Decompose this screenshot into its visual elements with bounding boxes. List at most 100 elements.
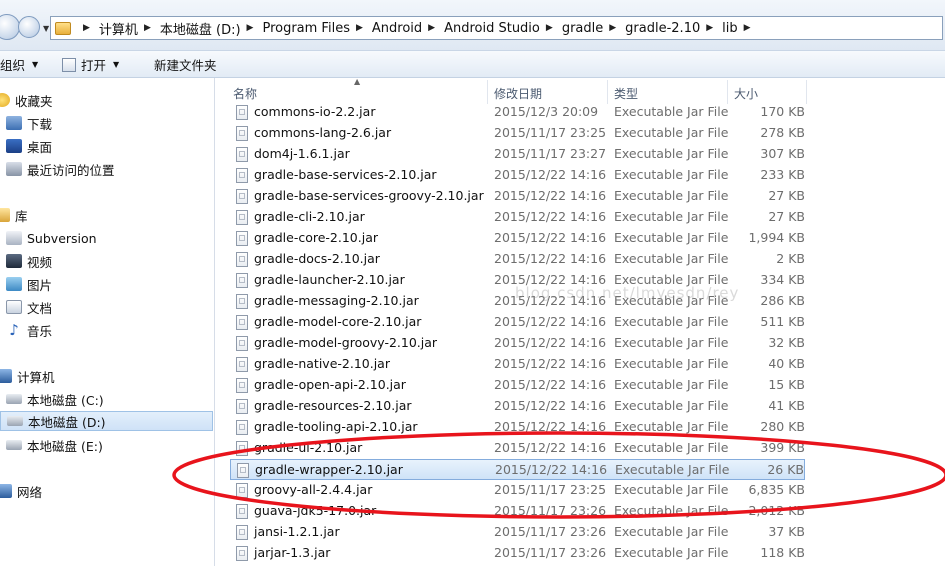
file-row[interactable]: gradle-ui-2.10.jar 2015/12/22 14:16 Execut… <box>230 438 805 459</box>
nav-subversion[interactable]: Subversion <box>6 228 97 248</box>
file-row[interactable]: gradle-resources-2.10.jar 2015/12/22 14:1… <box>230 396 805 417</box>
file-date: 2015/11/17 23:26 <box>494 524 607 539</box>
file-name: gradle-ui-2.10.jar <box>254 440 363 455</box>
breadcrumb-item[interactable]: ▶ gradle-2.10 <box>603 19 700 38</box>
file-row[interactable]: gradle-model-core-2.10.jar 2015/12/22 14:… <box>230 312 805 333</box>
nav-videos[interactable]: 视频 <box>6 251 52 271</box>
jar-file-icon <box>236 357 248 372</box>
video-icon <box>6 254 22 268</box>
drive-icon <box>7 416 23 426</box>
music-icon: ♪ <box>9 321 19 339</box>
breadcrumb-item[interactable]: ▶ 计算机 <box>77 19 138 38</box>
nav-documents[interactable]: 文档 <box>6 297 52 317</box>
column-divider[interactable] <box>806 80 807 104</box>
new-folder-button[interactable]: 新建文件夹 <box>154 55 217 74</box>
chevron-right-icon[interactable]: ▶ <box>144 23 151 33</box>
chevron-right-icon[interactable]: ▶ <box>428 23 435 33</box>
open-button[interactable]: 打开 ▼ <box>62 55 119 74</box>
file-name: dom4j-1.6.1.jar <box>254 146 350 161</box>
file-type: Executable Jar File <box>614 377 729 392</box>
column-header-date[interactable]: 修改日期 <box>494 83 542 103</box>
nav-label: 库 <box>15 208 28 224</box>
navigation-pane: 收藏夹 下载 桌面 最近访问的位置 库 Subversion 视频 图片 文档 … <box>0 78 215 566</box>
file-row[interactable]: gradle-model-groovy-2.10.jar 2015/12/22 1… <box>230 333 805 354</box>
jar-file-icon <box>236 210 248 225</box>
breadcrumb-item[interactable]: ▶ Android Studio <box>422 19 540 38</box>
file-row[interactable]: gradle-tooling-api-2.10.jar 2015/12/22 14… <box>230 417 805 438</box>
address-field[interactable]: ▶ 计算机 ▶ 本地磁盘 (D:) ▶ Program Files ▶ Android ▶ And… <box>50 16 943 40</box>
file-row[interactable]: groovy-all-2.4.4.jar 2015/11/17 23:25 Exec… <box>230 480 805 501</box>
column-divider[interactable] <box>487 80 488 104</box>
file-date: 2015/12/22 14:16 <box>494 230 607 245</box>
jar-file-icon <box>236 147 248 162</box>
organize-button[interactable]: 组织 ▼ <box>0 55 38 74</box>
breadcrumb-item[interactable]: ▶ Android <box>350 19 422 38</box>
star-icon <box>0 93 10 107</box>
column-header-name[interactable]: 名称 <box>233 83 257 103</box>
nav-pictures[interactable]: 图片 <box>6 274 52 294</box>
chevron-right-icon[interactable]: ▶ <box>738 19 760 38</box>
jar-file-icon <box>236 336 248 351</box>
file-row[interactable]: gradle-native-2.10.jar 2015/12/22 14:16 Ex… <box>230 354 805 375</box>
nav-favorites[interactable]: 收藏夹 <box>0 90 53 110</box>
file-row[interactable]: jarjar-1.3.jar 2015/11/17 23:26 Executable… <box>230 543 805 564</box>
new-folder-label: 新建文件夹 <box>154 58 217 73</box>
chevron-right-icon[interactable]: ▶ <box>83 23 90 33</box>
jar-file-icon <box>236 399 248 414</box>
jar-file-icon <box>236 504 248 519</box>
nav-recent[interactable]: 最近访问的位置 <box>6 159 115 179</box>
file-row[interactable]: gradle-base-services-2.10.jar 2015/12/22 … <box>230 165 805 186</box>
file-row[interactable]: gradle-core-2.10.jar 2015/12/22 14:16 Exec… <box>230 228 805 249</box>
library-icon <box>0 208 10 222</box>
breadcrumb-item[interactable]: ▶ 本地磁盘 (D:) <box>138 19 241 38</box>
file-row[interactable]: gradle-docs-2.10.jar 2015/12/22 14:16 Exec… <box>230 249 805 270</box>
nav-libraries[interactable]: 库 <box>0 205 28 225</box>
jar-file-icon <box>236 252 248 267</box>
column-divider[interactable] <box>607 80 608 104</box>
nav-drive-d[interactable]: 本地磁盘 (D:) <box>0 411 213 431</box>
nav-desktop[interactable]: 桌面 <box>6 136 52 156</box>
chevron-right-icon[interactable]: ▶ <box>247 23 254 33</box>
file-type: Executable Jar File <box>614 335 729 350</box>
chevron-right-icon[interactable]: ▶ <box>356 23 363 33</box>
file-type: Executable Jar File <box>614 230 729 245</box>
file-row[interactable]: gradle-cli-2.10.jar 2015/12/22 14:16 Execu… <box>230 207 805 228</box>
file-size: 27 KB <box>768 188 805 203</box>
nav-drive-e[interactable]: 本地磁盘 (E:) <box>6 435 103 455</box>
back-button[interactable] <box>0 14 20 40</box>
column-divider[interactable] <box>727 80 728 104</box>
file-date: 2015/12/22 14:16 <box>494 167 607 182</box>
file-row[interactable]: guava-jdk5-17.0.jar 2015/11/17 23:26 Execu… <box>230 501 805 522</box>
file-row[interactable]: commons-lang-2.6.jar 2015/11/17 23:25 Exec… <box>230 123 805 144</box>
chevron-right-icon[interactable]: ▶ <box>609 23 616 33</box>
file-row[interactable]: commons-io-2.2.jar 2015/12/3 20:09 Executa… <box>230 102 805 123</box>
forward-button[interactable] <box>18 16 40 38</box>
nav-music[interactable]: ♪ 音乐 <box>6 320 52 340</box>
nav-computer[interactable]: 计算机 <box>0 366 55 386</box>
file-row[interactable]: dom4j-1.6.1.jar 2015/11/17 23:27 Executabl… <box>230 144 805 165</box>
file-name: gradle-wrapper-2.10.jar <box>255 462 403 477</box>
column-header-size[interactable]: 大小 <box>734 83 758 103</box>
breadcrumb-item[interactable]: ▶ gradle <box>540 19 603 38</box>
chevron-right-icon[interactable]: ▶ <box>546 23 553 33</box>
nav-network[interactable]: 网络 <box>0 481 42 501</box>
nav-downloads[interactable]: 下载 <box>6 113 52 133</box>
breadcrumb-item[interactable]: ▶ Program Files <box>241 19 350 38</box>
breadcrumb-item[interactable]: ▶ lib <box>700 19 737 38</box>
file-name: guava-jdk5-17.0.jar <box>254 503 377 518</box>
file-name: gradle-docs-2.10.jar <box>254 251 380 266</box>
file-row[interactable]: gradle-base-services-groovy-2.10.jar 2015… <box>230 186 805 207</box>
chevron-right-icon[interactable]: ▶ <box>706 23 713 33</box>
file-date: 2015/12/22 14:16 <box>494 440 607 455</box>
file-row[interactable]: gradle-open-api-2.10.jar 2015/12/22 14:16… <box>230 375 805 396</box>
file-type: Executable Jar File <box>615 462 730 477</box>
file-row[interactable]: jansi-1.2.1.jar 2015/11/17 23:26 Executabl… <box>230 522 805 543</box>
jar-file-icon <box>236 525 248 540</box>
desktop-icon <box>6 139 22 153</box>
nav-drive-c[interactable]: 本地磁盘 (C:) <box>6 389 104 409</box>
recent-pages-dropdown[interactable]: ▼ <box>43 24 49 33</box>
breadcrumb-label: lib <box>722 20 738 36</box>
file-row[interactable]: gradle-wrapper-2.10.jar 2015/12/22 14:16 E… <box>230 459 805 480</box>
column-header-type[interactable]: 类型 <box>614 83 638 103</box>
file-size: 15 KB <box>768 377 805 392</box>
